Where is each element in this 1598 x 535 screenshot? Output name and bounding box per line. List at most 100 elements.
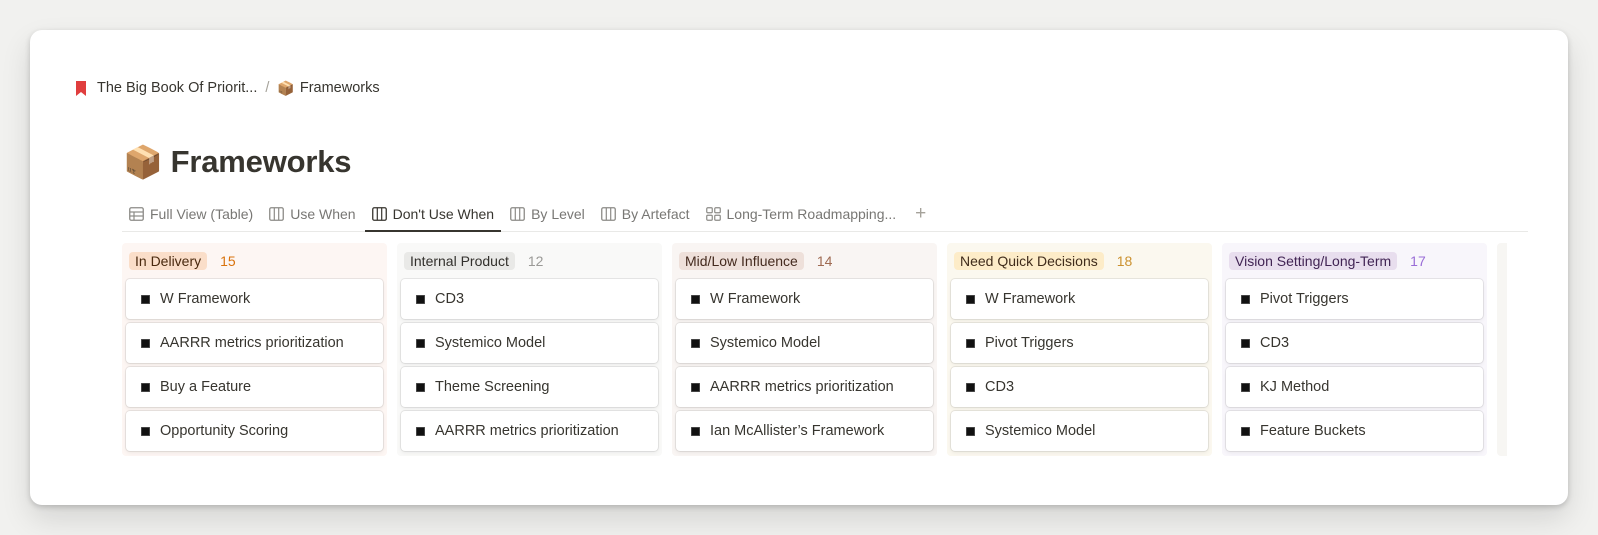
card-title: Pivot Triggers <box>985 335 1074 351</box>
column-count: 15 <box>220 253 236 269</box>
board-column: Internal Product 12 CD3 Systemico Model Them… <box>397 243 662 456</box>
page-square-icon <box>416 382 425 392</box>
page-square-icon <box>966 338 975 348</box>
board-card[interactable]: CD3 <box>1226 323 1483 363</box>
tab-label: Long-Term Roadmapping... <box>726 206 897 222</box>
board-card[interactable]: Buy a Feature <box>126 367 383 407</box>
card-title: W Framework <box>710 291 801 307</box>
column-count: 12 <box>527 253 544 269</box>
card-title: AARRR metrics prioritization <box>435 423 619 439</box>
card-title: AARRR metrics prioritization <box>160 335 344 351</box>
card-title: Pivot Triggers <box>1260 291 1349 307</box>
card-title: Feature Buckets <box>1260 423 1366 439</box>
card-title: KJ Method <box>1260 379 1330 395</box>
card-title: Theme Screening <box>435 379 550 395</box>
tab-full-view-table[interactable]: Full View (Table) <box>122 197 260 231</box>
page-square-icon <box>416 338 425 348</box>
board-card[interactable]: Systemico Model <box>676 323 933 363</box>
page-square-icon <box>691 426 700 436</box>
add-view-button[interactable]: + <box>905 197 936 231</box>
card-title: Systemico Model <box>985 423 1096 439</box>
board-icon <box>600 207 622 221</box>
page-square-icon <box>1241 382 1250 392</box>
page-square-icon <box>416 294 425 304</box>
card-title: W Framework <box>160 291 251 307</box>
board-card[interactable]: W Framework <box>126 279 383 319</box>
board-card[interactable]: Systemico Model <box>401 323 658 363</box>
tab-label: By Level <box>531 206 585 222</box>
tab-use-when[interactable]: Use When <box>262 197 362 231</box>
board-column: Mid/Low Influence 14 W Framework Systemico … <box>672 243 937 456</box>
tab-label: Use When <box>290 206 356 222</box>
column-count: 14 <box>816 253 833 269</box>
board-card[interactable]: AARRR metrics prioritization <box>126 323 383 363</box>
card-title: Opportunity Scoring <box>160 423 289 439</box>
page-square-icon <box>416 426 425 436</box>
board-card[interactable]: AARRR metrics prioritization <box>676 367 933 407</box>
card-title: CD3 <box>985 379 1015 395</box>
page-square-icon <box>966 426 975 436</box>
card-title: AARRR metrics prioritization <box>710 379 894 395</box>
breadcrumb: The Big Book Of Priorit... / 📦 Framework… <box>75 78 380 98</box>
bookmark-icon <box>75 80 87 96</box>
column-tag: Internal Product <box>404 252 515 270</box>
board-card[interactable]: AARRR metrics prioritization <box>401 411 658 451</box>
board-card[interactable]: W Framework <box>676 279 933 319</box>
next-column-edge <box>1497 243 1507 456</box>
tab-don-t-use-when[interactable]: Don't Use When <box>364 197 502 232</box>
page-emoji-icon[interactable]: 📦 <box>123 143 163 181</box>
board-icon <box>371 207 393 221</box>
card-title: Buy a Feature <box>160 379 252 395</box>
column-header[interactable]: In Delivery 15 <box>126 247 383 275</box>
tab-by-level[interactable]: By Level <box>503 197 592 231</box>
card-title: W Framework <box>985 291 1076 307</box>
card-title: Systemico Model <box>435 335 546 351</box>
page-square-icon <box>691 382 700 392</box>
board-card[interactable]: Pivot Triggers <box>1226 279 1483 319</box>
column-header[interactable]: Vision Setting/Long-Term 17 <box>1226 247 1483 275</box>
page-title-text[interactable]: Frameworks <box>171 144 352 180</box>
column-header[interactable]: Internal Product 12 <box>401 247 658 275</box>
column-header[interactable]: Need Quick Decisions 18 <box>951 247 1208 275</box>
column-tag: Vision Setting/Long-Term <box>1229 252 1398 270</box>
view-tabs: Full View (Table) Use When Don't Use When B… <box>122 198 1528 232</box>
tab-by-artefact[interactable]: By Artefact <box>594 197 697 231</box>
board-card[interactable]: Systemico Model <box>951 411 1208 451</box>
board-column: Need Quick Decisions 18 W Framework Pivot T… <box>947 243 1212 456</box>
board-card[interactable]: Pivot Triggers <box>951 323 1208 363</box>
column-count: 17 <box>1410 253 1426 269</box>
board-card[interactable]: KJ Method <box>1226 367 1483 407</box>
tab-long-term-roadmapping[interactable]: Long-Term Roadmapping... <box>699 197 904 231</box>
column-count: 18 <box>1116 253 1133 269</box>
page-square-icon <box>1241 294 1250 304</box>
board-card[interactable]: Theme Screening <box>401 367 658 407</box>
board-card[interactable]: CD3 <box>951 367 1208 407</box>
page-square-icon <box>141 382 150 392</box>
board-card[interactable]: CD3 <box>401 279 658 319</box>
page-square-icon <box>966 294 975 304</box>
page-square-icon <box>141 426 150 436</box>
page-square-icon <box>1241 426 1250 436</box>
card-title: CD3 <box>1260 335 1290 351</box>
board-card[interactable]: Ian McAllister’s Framework <box>676 411 933 451</box>
board-card[interactable]: Opportunity Scoring <box>126 411 383 451</box>
page-title: 📦 Frameworks <box>123 143 351 181</box>
card-title: CD3 <box>435 291 465 307</box>
breadcrumb-separator: / <box>265 80 270 96</box>
board-column: Vision Setting/Long-Term 17 Pivot Triggers… <box>1222 243 1487 456</box>
tab-label: By Artefact <box>621 206 690 222</box>
page-square-icon <box>966 382 975 392</box>
board-icon <box>510 207 531 221</box>
board-card[interactable]: W Framework <box>951 279 1208 319</box>
table-icon <box>129 207 150 221</box>
breadcrumb-current[interactable]: Frameworks <box>300 80 380 96</box>
app-window: The Big Book Of Priorit... / 📦 Framework… <box>30 30 1568 505</box>
board-card[interactable]: Feature Buckets <box>1226 411 1483 451</box>
breadcrumb-parent[interactable]: The Big Book Of Priorit... <box>97 80 257 96</box>
column-header[interactable]: Mid/Low Influence 14 <box>676 247 933 275</box>
board-column: In Delivery 15 W Framework AARRR metrics pr… <box>122 243 387 456</box>
tab-label: Full View (Table) <box>150 206 254 222</box>
card-title: Systemico Model <box>710 335 821 351</box>
column-tag: Need Quick Decisions <box>954 252 1104 270</box>
column-tag: Mid/Low Influence <box>679 252 804 270</box>
